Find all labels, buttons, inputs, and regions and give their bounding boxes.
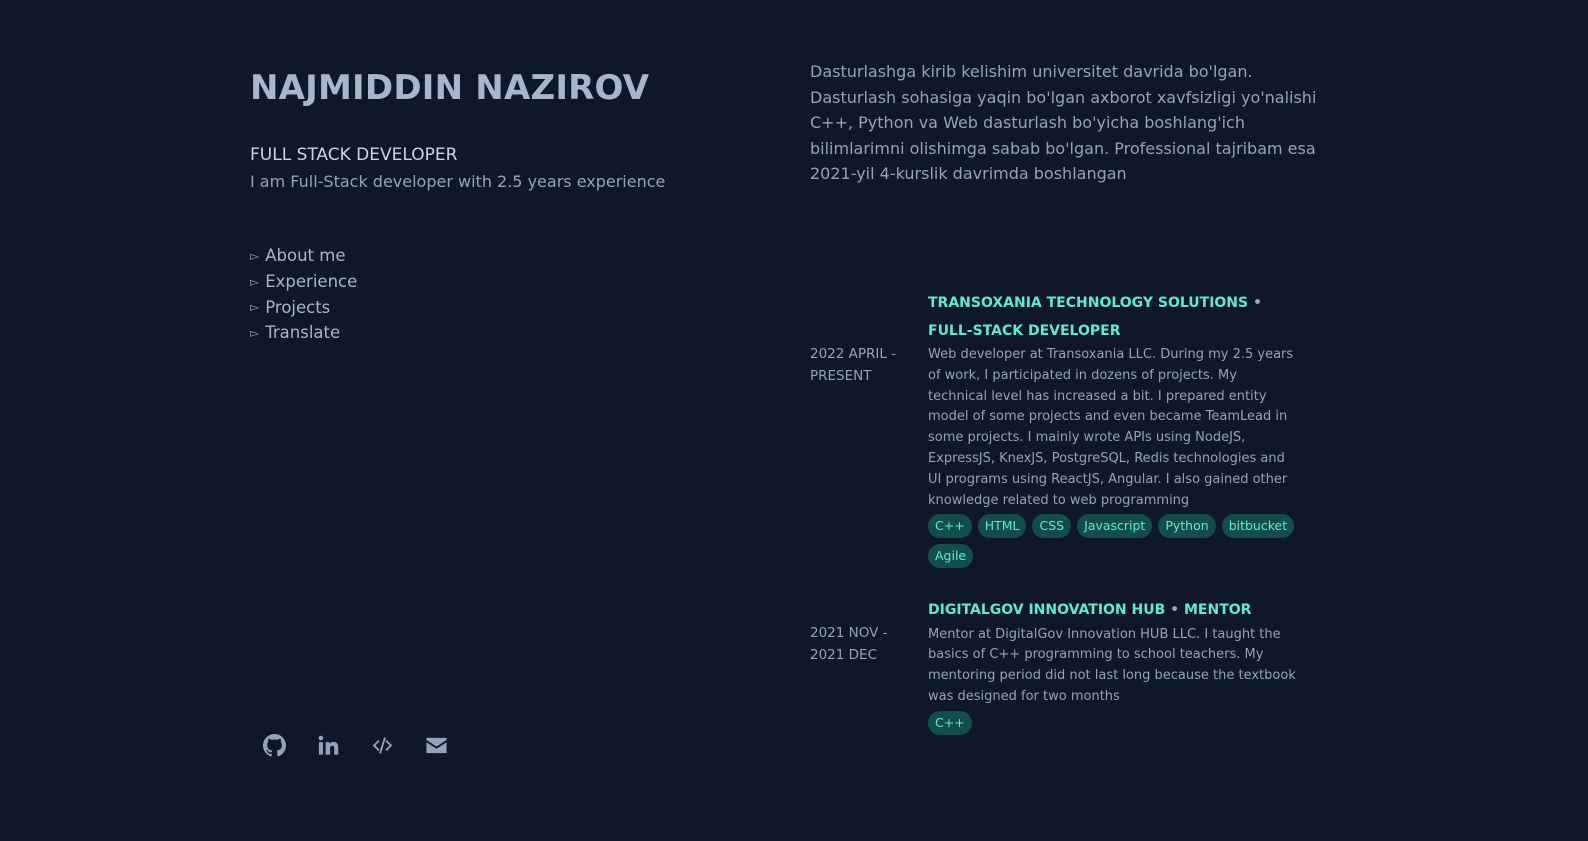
triangle-icon: ▻ xyxy=(250,325,260,340)
tag-list: C++ xyxy=(928,710,1300,735)
nav-item-translate[interactable]: ▻ Translate xyxy=(250,320,357,346)
nav-item-about[interactable]: ▻ About me xyxy=(250,243,357,269)
social-links xyxy=(262,733,448,757)
tag: Python xyxy=(1158,514,1216,539)
tag: C++ xyxy=(928,514,972,539)
github-icon[interactable] xyxy=(262,733,286,757)
triangle-icon: ▻ xyxy=(250,300,260,315)
triangle-icon: ▻ xyxy=(250,274,260,289)
profile-tagline: I am Full-Stack developer with 2.5 years… xyxy=(250,172,666,191)
code-icon[interactable] xyxy=(370,733,394,757)
about-text: Dasturlashga kirib kelishim universitet … xyxy=(810,62,1317,184)
title-separator: • xyxy=(1252,295,1262,311)
profile-name: NAJMIDDIN NAZIROV xyxy=(250,68,650,108)
section-nav: ▻ About me ▻ Experience ▻ Projects ▻ Tra… xyxy=(250,243,357,346)
envelope-icon[interactable] xyxy=(424,733,448,757)
nav-item-label: Translate xyxy=(265,323,341,343)
tag: Javascript xyxy=(1077,514,1153,539)
position-name: Full-Stack Developer xyxy=(928,322,1121,339)
triangle-icon: ▻ xyxy=(250,248,260,263)
company-name: Transoxania Technology Solutions xyxy=(928,295,1249,311)
nav-item-label: Projects xyxy=(265,297,331,317)
linkedin-icon[interactable] xyxy=(316,733,340,757)
experience-title[interactable]: Transoxania Technology Solutions • Full-… xyxy=(928,290,1300,345)
profile-role: FULL STACK DEVELOPER xyxy=(250,145,458,165)
title-separator: • xyxy=(1170,602,1180,618)
tag-list: C++ HTML CSS Javascript Python bitbucket… xyxy=(928,514,1300,569)
profile-column: NAJMIDDIN NAZIROV FULL STACK DEVELOPER I… xyxy=(250,0,730,841)
nav-item-label: About me xyxy=(265,246,346,266)
tag: bitbucket xyxy=(1221,514,1295,539)
experience-date: 2022 April - Present xyxy=(810,346,897,384)
tag: C++ xyxy=(928,710,972,735)
experience-description: Mentor at DigitalGov Innovation HUB LLC.… xyxy=(928,626,1296,704)
position-name: Mentor xyxy=(1184,602,1252,618)
tag: Agile xyxy=(928,544,974,569)
experience-description: Web developer at Transoxania LLC. During… xyxy=(928,347,1294,508)
nav-item-projects[interactable]: ▻ Projects xyxy=(250,294,357,320)
tag: HTML xyxy=(977,514,1027,539)
nav-item-label: Experience xyxy=(265,272,358,292)
nav-item-experience[interactable]: ▻ Experience xyxy=(250,269,357,295)
company-name: DigitalGov Innovation Hub xyxy=(928,602,1166,618)
experience-body: DigitalGov Innovation Hub • Mentor Mento… xyxy=(928,597,1300,735)
experience-body: Transoxania Technology Solutions • Full-… xyxy=(928,290,1300,569)
experience-date: 2021 Nov - 2021 Dec xyxy=(810,625,888,663)
experience-title[interactable]: DigitalGov Innovation Hub • Mentor xyxy=(928,597,1300,625)
tag: CSS xyxy=(1032,514,1072,539)
